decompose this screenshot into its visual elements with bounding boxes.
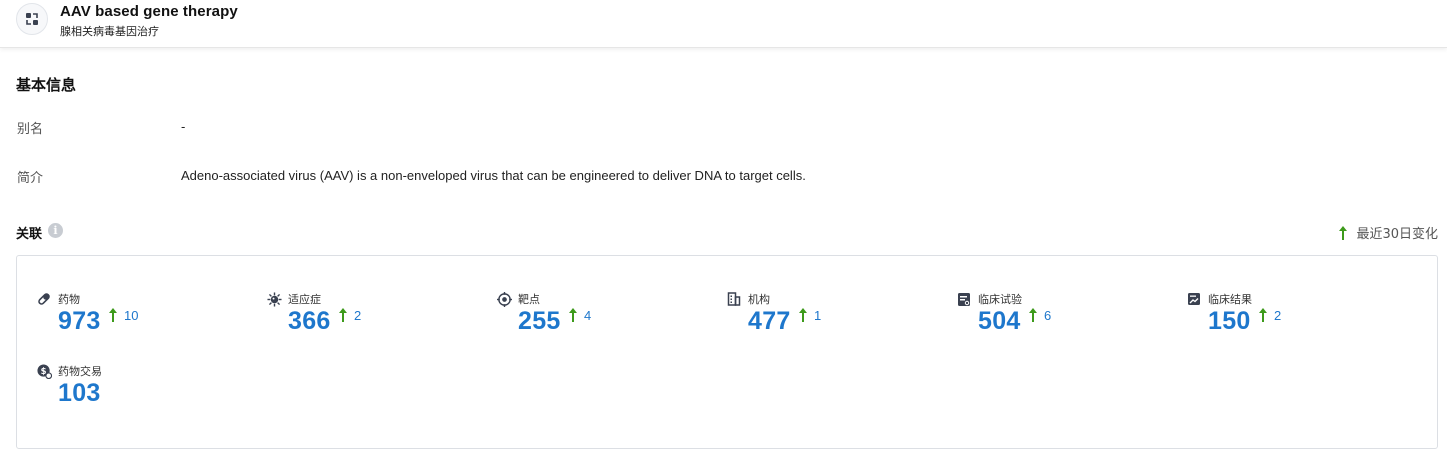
stat-delta: 6: [1028, 307, 1051, 323]
arrow-up-icon: [1029, 308, 1037, 322]
stat-delta-value: 1: [814, 308, 822, 323]
recent-change-legend: 最近30日变化: [1338, 223, 1438, 242]
page-title: AAV based gene therapy: [60, 3, 238, 20]
pill-icon: [36, 291, 52, 307]
stat-label: 临床结果: [1208, 293, 1252, 306]
stat-delta-value: 2: [1274, 308, 1282, 323]
description-value: Adeno-associated virus (AAV) is a non-en…: [181, 168, 806, 183]
arrow-up-icon: [1339, 225, 1348, 240]
stat-label: 机构: [748, 293, 770, 306]
stat-delta-value: 6: [1044, 308, 1052, 323]
relations-panel: 药物 973 10 适应症 366 2 靶点 255 4 机构 477 1 临床…: [16, 255, 1438, 449]
alias-label: 别名: [17, 122, 44, 137]
stat-label: 药物: [58, 293, 80, 306]
target-icon: [496, 291, 512, 307]
chart-report-icon: [1186, 291, 1202, 307]
stat-delta: 1: [798, 307, 821, 323]
arrow-up-icon: [569, 308, 577, 322]
deal-icon: $: [36, 363, 52, 379]
gene-therapy-icon: [16, 3, 48, 35]
stat-delta-value: 10: [124, 308, 139, 323]
stat-count[interactable]: 477: [748, 307, 791, 336]
page-subtitle: 腺相关病毒基因治疗: [60, 25, 159, 38]
alias-value: -: [181, 119, 186, 134]
basic-info-heading: 基本信息: [16, 76, 77, 94]
stat-delta-value: 2: [354, 308, 362, 323]
arrow-up-icon: [109, 308, 117, 322]
stat-indication[interactable]: 适应症 366 2: [266, 291, 466, 351]
stat-count[interactable]: 103: [58, 379, 101, 408]
stat-count[interactable]: 366: [288, 307, 331, 336]
stat-delta: 4: [568, 307, 591, 323]
virus-icon: [266, 291, 282, 307]
arrow-up-icon: [339, 308, 347, 322]
stat-delta-value: 4: [584, 308, 592, 323]
stat-label: 药物交易: [58, 365, 102, 378]
stat-drug[interactable]: 药物 973 10: [36, 291, 236, 351]
stat-target[interactable]: 靶点 255 4: [496, 291, 696, 351]
stat-delta: 2: [338, 307, 361, 323]
stat-count[interactable]: 973: [58, 307, 101, 336]
top-bar: AAV based gene therapy 腺相关病毒基因治疗: [0, 0, 1447, 48]
stat-organization[interactable]: 机构 477 1: [726, 291, 926, 351]
stat-count[interactable]: 255: [518, 307, 561, 336]
stat-count[interactable]: 504: [978, 307, 1021, 336]
description-label: 简介: [17, 171, 44, 186]
stat-clinical-result[interactable]: 临床结果 150 2: [1186, 291, 1386, 351]
stat-label: 临床试验: [978, 293, 1022, 306]
stat-clinical-trial[interactable]: 临床试验 504 6: [956, 291, 1156, 351]
stat-drug-deal[interactable]: $ 药物交易 103: [36, 363, 236, 423]
stat-label: 适应症: [288, 293, 321, 306]
legend-label: 最近30日变化: [1356, 227, 1438, 242]
arrow-up-icon: [1259, 308, 1267, 322]
stat-delta: 2: [1258, 307, 1281, 323]
relations-heading: 关联: [16, 227, 43, 242]
building-icon: [726, 291, 742, 307]
stat-count[interactable]: 150: [1208, 307, 1251, 336]
clipboard-icon: [956, 291, 972, 307]
stat-label: 靶点: [518, 293, 540, 306]
info-icon[interactable]: i: [48, 223, 63, 238]
stat-delta: 10: [108, 307, 138, 323]
arrow-up-icon: [799, 308, 807, 322]
